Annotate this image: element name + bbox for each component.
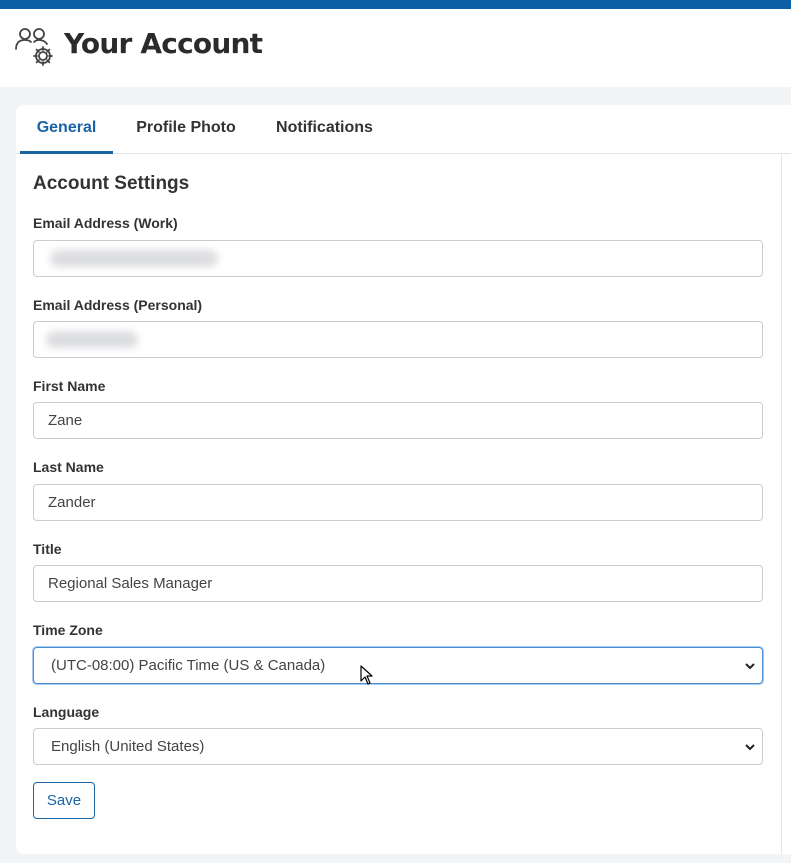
save-button[interactable]: Save: [33, 782, 95, 819]
time-zone-value: (UTC-08:00) Pacific Time (US & Canada): [51, 657, 326, 674]
tab-general[interactable]: General: [20, 105, 113, 154]
redacted-value: [50, 250, 218, 267]
tab-notifications[interactable]: Notifications: [266, 105, 383, 154]
last-name-label: Last Name: [33, 459, 104, 475]
page-title: Your Account: [64, 27, 263, 60]
email-personal-label: Email Address (Personal): [33, 297, 203, 313]
tab-profile-photo[interactable]: Profile Photo: [126, 105, 246, 154]
email-personal-input[interactable]: [33, 321, 763, 358]
user-settings-icon: [15, 28, 53, 66]
top-accent-bar: [0, 0, 791, 9]
redacted-value: [46, 331, 138, 348]
tab-bar: General Profile Photo Notifications: [16, 105, 791, 154]
first-name-label: First Name: [33, 378, 106, 394]
section-title: Account Settings: [33, 173, 190, 194]
account-card: General Profile Photo Notifications Acco…: [16, 105, 791, 854]
first-name-input[interactable]: Zane: [33, 402, 763, 439]
language-label: Language: [33, 704, 100, 720]
language-value: English (United States): [51, 738, 205, 755]
email-work-input[interactable]: [33, 240, 763, 277]
chevron-down-icon: [745, 744, 755, 751]
page-header: Your Account: [0, 9, 791, 87]
language-select[interactable]: English (United States): [33, 728, 763, 765]
mouse-cursor-icon: [360, 665, 373, 685]
time-zone-label: Time Zone: [33, 622, 103, 638]
title-label: Title: [33, 541, 62, 557]
divider: [781, 154, 782, 854]
title-input[interactable]: Regional Sales Manager: [33, 565, 763, 602]
time-zone-select[interactable]: (UTC-08:00) Pacific Time (US & Canada): [33, 647, 763, 684]
last-name-input[interactable]: Zander: [33, 484, 763, 521]
chevron-down-icon: [745, 663, 755, 670]
email-work-label: Email Address (Work): [33, 215, 178, 231]
